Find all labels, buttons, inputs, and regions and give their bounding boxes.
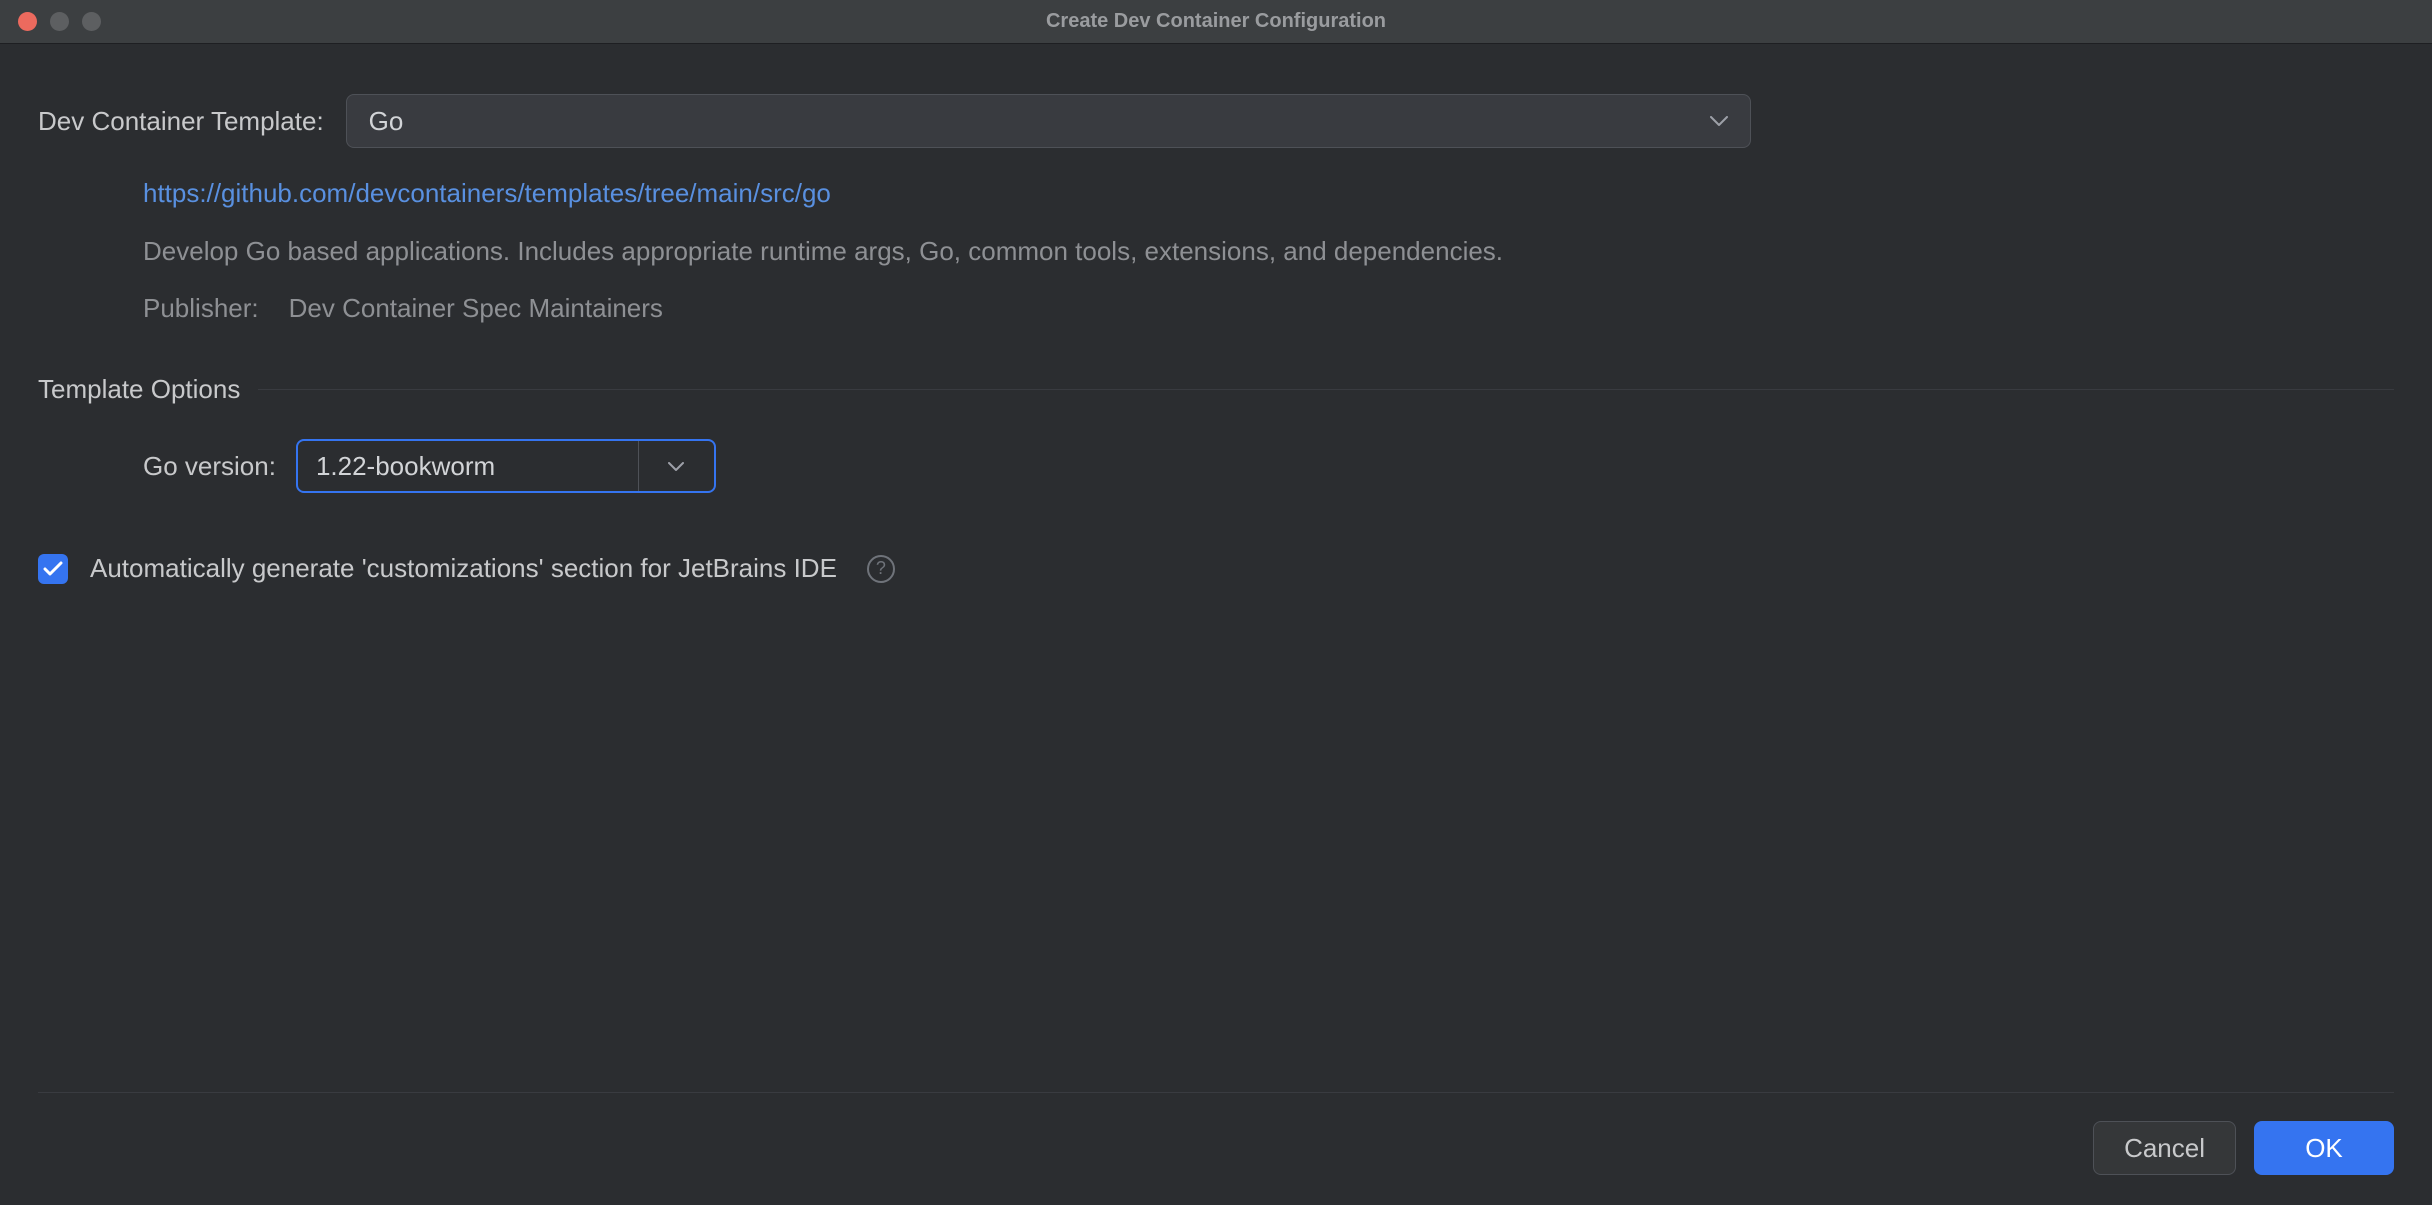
go-version-row: Go version:	[143, 439, 2394, 493]
dialog-content: Dev Container Template: Go https://githu…	[0, 44, 2432, 584]
cancel-button[interactable]: Cancel	[2093, 1121, 2236, 1175]
chevron-down-icon	[668, 462, 684, 471]
auto-generate-customizations-row: Automatically generate 'customizations' …	[38, 553, 2394, 584]
template-info: https://github.com/devcontainers/templat…	[143, 178, 2394, 324]
template-label: Dev Container Template:	[38, 106, 324, 137]
checkmark-icon	[43, 561, 63, 577]
publisher-row: Publisher: Dev Container Spec Maintainer…	[143, 293, 2394, 324]
template-options-section-header: Template Options	[38, 374, 2394, 405]
ok-button[interactable]: OK	[2254, 1121, 2394, 1175]
template-url-link[interactable]: https://github.com/devcontainers/templat…	[143, 178, 831, 209]
footer-buttons: Cancel OK	[38, 1093, 2394, 1205]
auto-generate-checkbox-label: Automatically generate 'customizations' …	[90, 553, 837, 584]
close-window-button[interactable]	[18, 12, 37, 31]
window-controls	[0, 12, 101, 31]
go-version-input[interactable]	[298, 441, 638, 491]
go-version-combobox[interactable]	[296, 439, 716, 493]
minimize-window-button[interactable]	[50, 12, 69, 31]
maximize-window-button[interactable]	[82, 12, 101, 31]
template-selector-row: Dev Container Template: Go	[38, 94, 2394, 148]
chevron-down-icon	[1710, 116, 1728, 126]
template-options-title: Template Options	[38, 374, 240, 405]
help-icon[interactable]: ?	[867, 555, 895, 583]
template-dropdown[interactable]: Go	[346, 94, 1751, 148]
template-dropdown-value: Go	[369, 106, 404, 137]
template-description: Develop Go based applications. Includes …	[143, 233, 2394, 269]
window-title: Create Dev Container Configuration	[1046, 10, 1386, 33]
publisher-label: Publisher:	[143, 293, 259, 324]
go-version-label: Go version:	[143, 451, 276, 482]
titlebar: Create Dev Container Configuration	[0, 0, 2432, 44]
publisher-value: Dev Container Spec Maintainers	[289, 293, 663, 324]
go-version-dropdown-arrow[interactable]	[638, 441, 714, 491]
auto-generate-checkbox[interactable]	[38, 554, 68, 584]
dialog-footer: Cancel OK	[38, 1092, 2394, 1205]
